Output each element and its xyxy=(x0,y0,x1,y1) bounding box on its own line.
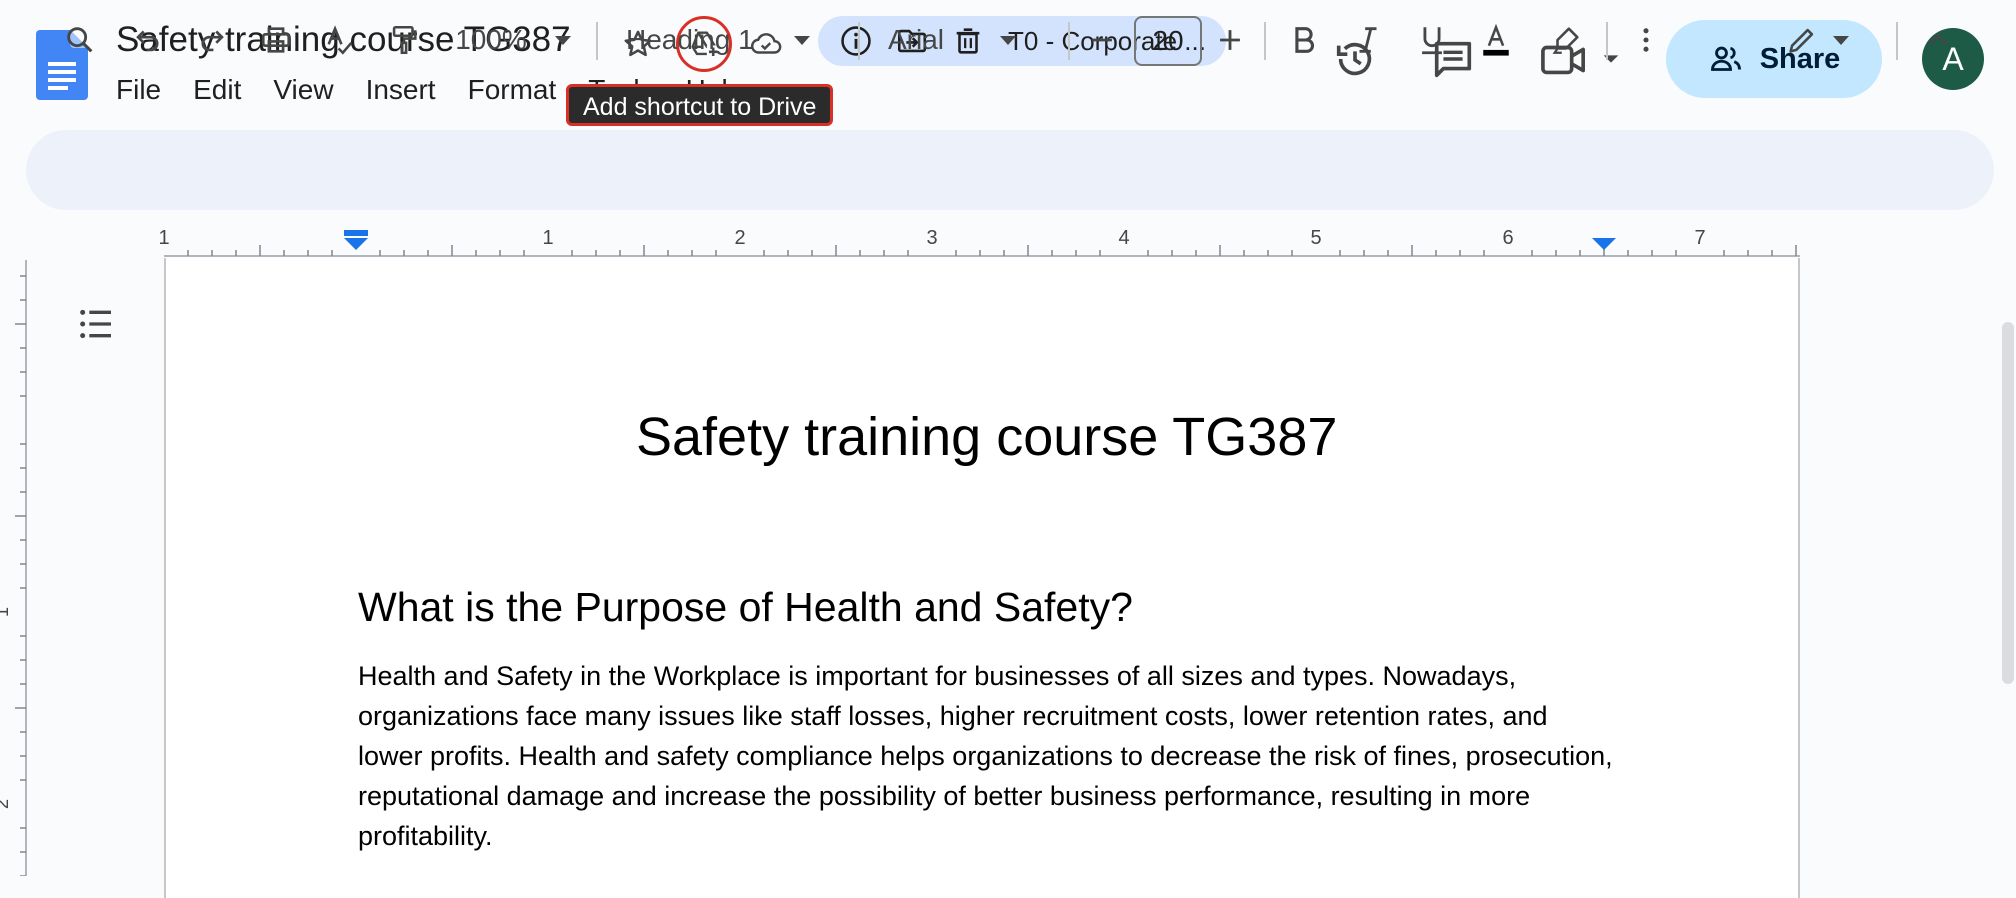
toolbar-divider xyxy=(1896,22,1898,60)
font-value: Arial xyxy=(888,24,945,55)
undo-icon[interactable] xyxy=(124,16,172,64)
vruler-label: 2 xyxy=(0,799,12,809)
style-select[interactable]: Heading 1 xyxy=(626,16,834,64)
bold-icon[interactable] xyxy=(1280,16,1328,64)
document-heading-title[interactable]: Safety training course TG387 xyxy=(636,406,1337,468)
menu-format[interactable]: Format xyxy=(468,74,557,106)
collapse-icon[interactable] xyxy=(1914,16,1962,64)
menu-edit[interactable]: Edit xyxy=(193,74,241,106)
zoom-value: 100% xyxy=(455,24,527,55)
spellcheck-icon[interactable] xyxy=(316,16,364,64)
font-select[interactable]: Arial xyxy=(888,16,1040,64)
left-indent-marker xyxy=(344,230,368,250)
ruler-label: 5 xyxy=(1310,227,1321,249)
tooltip: Add shortcut to Drive xyxy=(566,84,834,126)
text-color-icon[interactable] xyxy=(1472,16,1520,64)
redo-icon[interactable] xyxy=(188,16,236,64)
toolbar xyxy=(26,130,1994,210)
more-icon[interactable] xyxy=(1624,16,1668,64)
edit-mode-select[interactable] xyxy=(1772,16,1862,64)
menu-file[interactable]: File xyxy=(116,74,161,106)
ruler-label: 6 xyxy=(1502,227,1513,249)
ruler-label: 2 xyxy=(734,227,745,249)
ruler-label: 7 xyxy=(1694,227,1705,249)
right-indent-marker xyxy=(1592,238,1616,250)
chevron-down-icon xyxy=(554,35,571,45)
edit-mode-icon xyxy=(1789,28,1814,53)
increase-font-size-button[interactable] xyxy=(1208,16,1252,64)
paint-format-icon[interactable] xyxy=(380,16,428,64)
toolbar-divider xyxy=(1606,22,1608,60)
chevron-down-icon xyxy=(793,35,810,45)
underline-icon[interactable] xyxy=(1408,16,1456,64)
vruler-label: 1 xyxy=(0,607,12,617)
ruler-label: 3 xyxy=(926,227,937,249)
highlight-icon[interactable] xyxy=(1542,16,1590,64)
print-icon[interactable] xyxy=(252,16,300,64)
zoom-select[interactable]: 100% xyxy=(448,16,578,64)
ruler-label: 1 xyxy=(158,227,169,249)
toolbar-divider xyxy=(1264,22,1266,60)
share-people-icon xyxy=(1710,46,1741,71)
horizontal-ruler[interactable]: 1 1 2 3 4 5 6 7 xyxy=(0,222,2016,258)
info-icon[interactable] xyxy=(838,23,874,59)
style-value: Heading 1 xyxy=(626,24,754,55)
menu-view[interactable]: View xyxy=(273,74,333,106)
chevron-down-icon xyxy=(1000,35,1017,45)
chevron-down-icon xyxy=(1833,35,1849,45)
chevron-down-icon xyxy=(1603,55,1619,63)
ruler-label: 4 xyxy=(1118,227,1129,249)
ruler-label: 1 xyxy=(542,227,553,249)
outline-icon[interactable] xyxy=(76,304,116,344)
toolbar-divider xyxy=(1068,22,1070,60)
menu-insert[interactable]: Insert xyxy=(366,74,436,106)
font-size-input[interactable]: 20 xyxy=(1134,16,1202,66)
scrollbar[interactable] xyxy=(2002,322,2014,684)
search-icon[interactable] xyxy=(56,16,104,64)
decrease-font-size-button[interactable] xyxy=(1080,16,1124,64)
italic-icon[interactable] xyxy=(1344,16,1392,64)
document-heading-1[interactable]: What is the Purpose of Health and Safety… xyxy=(358,584,1133,631)
vertical-ruler[interactable]: 12 xyxy=(0,260,28,876)
document-paragraph[interactable]: Health and Safety in the Workplace is im… xyxy=(358,656,1618,856)
toolbar-divider xyxy=(858,22,860,60)
toolbar-divider xyxy=(596,22,598,60)
